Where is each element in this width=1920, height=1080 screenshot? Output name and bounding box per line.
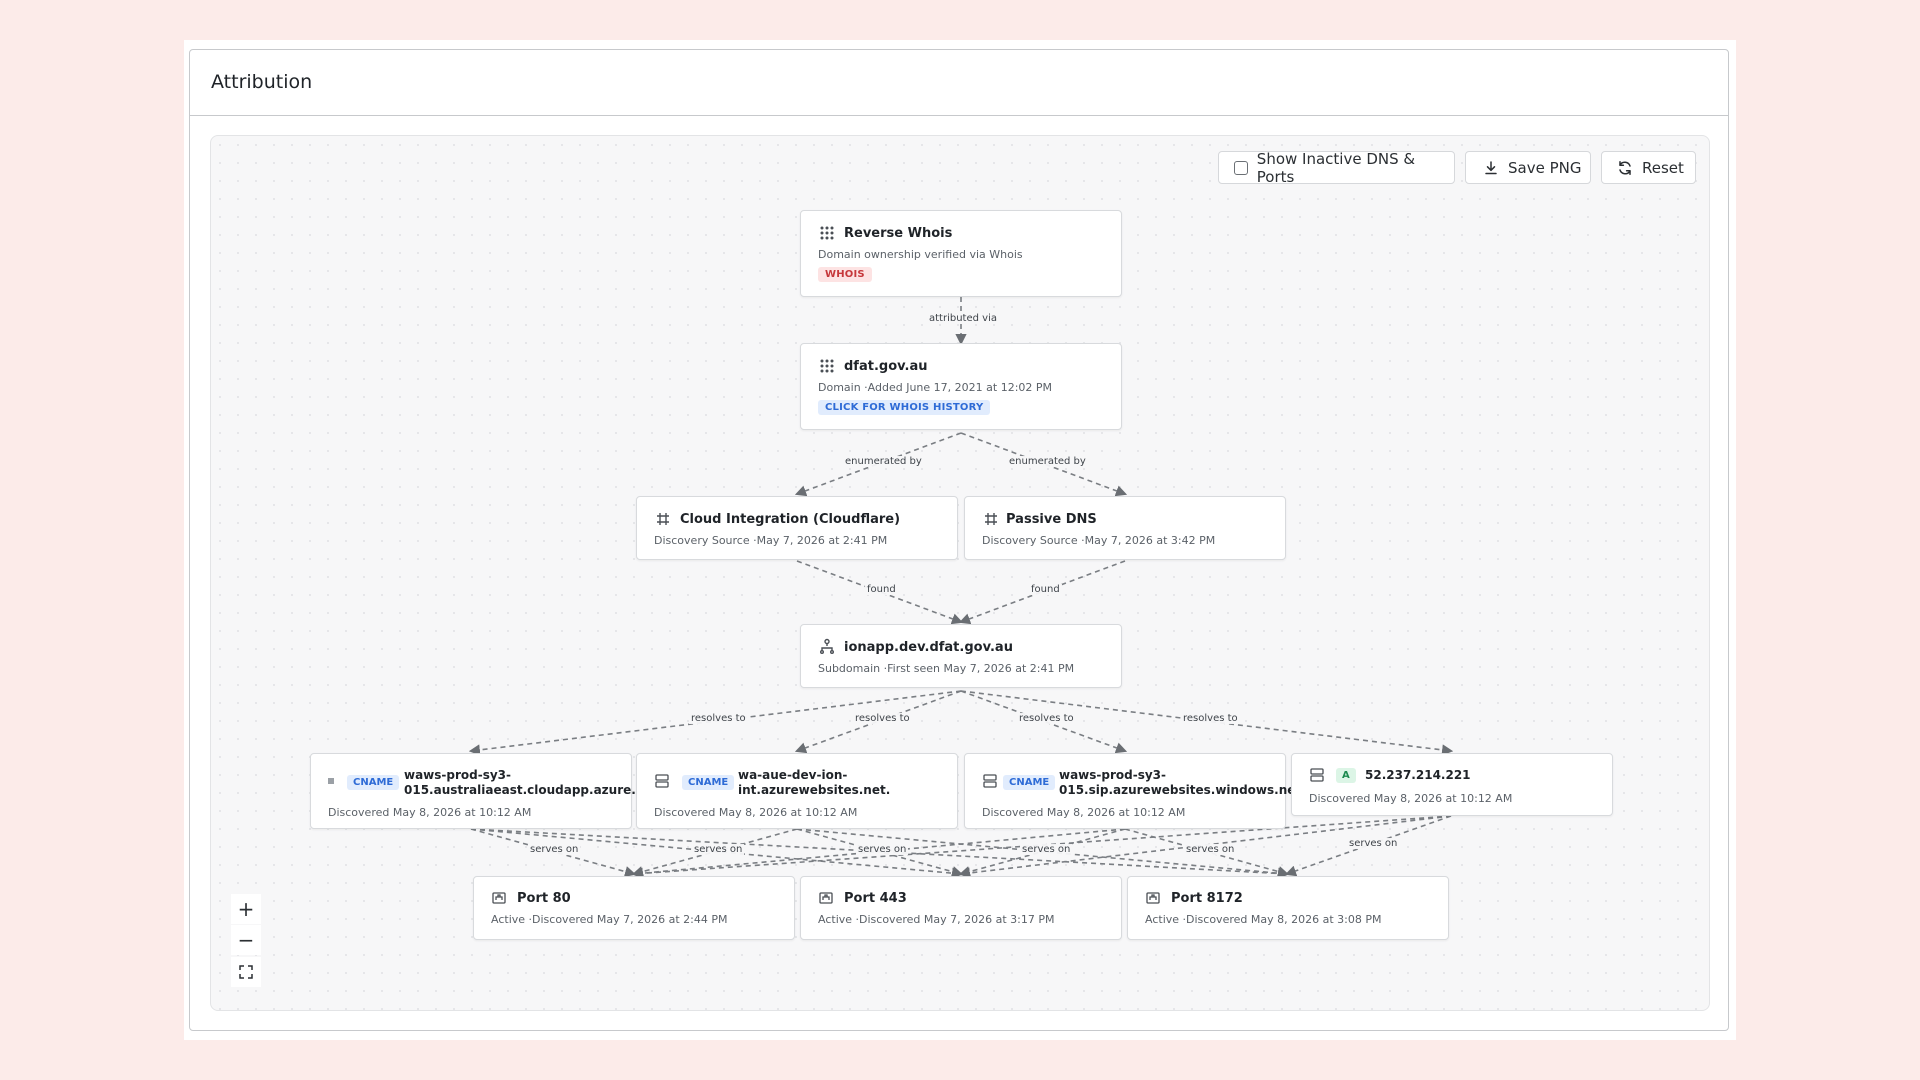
dns-record-name-line2: 015.australiaeast.cloudapp.azure.com. [404, 783, 669, 797]
integration-icon [657, 513, 669, 525]
dns-record-name-line1: waws-prod-sy3- [404, 768, 512, 782]
edge-label-found: found [865, 584, 898, 595]
node-subtitle: Discovered May 8, 2026 at 10:12 AM [654, 806, 858, 819]
record-type-badge: CNAME [1003, 775, 1056, 790]
checkbox-icon[interactable] [1234, 160, 1248, 175]
graph-canvas[interactable]: attributed via enumerated by enumerated … [210, 135, 1710, 1011]
fit-view-button[interactable] [231, 957, 261, 987]
download-icon [1485, 160, 1497, 174]
node-subtitle: Discovered May 8, 2026 at 10:12 AM [982, 806, 1186, 819]
edge-label-attributed-via: attributed via [927, 313, 999, 324]
dns-record-icon [328, 778, 334, 784]
node-dns-record[interactable]: CNAME waws-prod-sy3- 015.australiaeast.c… [310, 753, 668, 829]
reset-label: Reset [1642, 158, 1684, 177]
edge-label-serves-on: serves on [1020, 844, 1073, 855]
edge-label-serves-on: serves on [1347, 838, 1400, 849]
node-subtitle: Active ·Discovered May 8, 2026 at 3:08 P… [1145, 913, 1382, 926]
node-subtitle: Active ·Discovered May 7, 2026 at 2:44 P… [491, 913, 728, 926]
dns-record-name-line2: int.azurewebsites.net. [738, 783, 891, 797]
node-subdomain[interactable]: ionapp.dev.dfat.gov.au Subdomain ·First … [800, 624, 1122, 688]
node-subtitle: Discovered May 8, 2026 at 10:12 AM [1309, 792, 1513, 805]
dns-record-name-line1: wa-aue-dev-ion- [738, 768, 848, 782]
node-cloud-integration[interactable]: Cloud Integration (Cloudflare) Discovery… [636, 496, 958, 560]
node-reverse-whois[interactable]: Reverse Whois Domain ownership verified … [800, 210, 1122, 297]
node-subtitle: Domain ·Added June 17, 2021 at 12:02 PM [818, 381, 1053, 394]
edge-label-enumerated-by: enumerated by [1007, 456, 1088, 467]
port-icon [1146, 892, 1160, 904]
edge-label-resolves-to: resolves to [1017, 713, 1076, 724]
edge-label-enumerated-by: enumerated by [843, 456, 924, 467]
edge-label-serves-on: serves on [856, 844, 909, 855]
whois-history-link[interactable]: CLICK FOR WHOIS HISTORY [818, 400, 991, 415]
node-domain[interactable]: dfat.gov.au Domain ·Added June 17, 2021 … [800, 343, 1122, 430]
dns-record-name: 52.237.214.221 [1365, 768, 1471, 782]
card-header: Attribution [190, 50, 1728, 116]
whois-tag: WHOIS [818, 267, 872, 282]
node-title: ionapp.dev.dfat.gov.au [844, 640, 1013, 655]
edge-label-resolves-to: resolves to [1181, 713, 1240, 724]
server-icon [655, 774, 669, 788]
hierarchy-icon [820, 638, 834, 654]
node-subtitle: Domain ownership verified via Whois [818, 248, 1023, 261]
node-passive-dns[interactable]: Passive DNS Discovery Source ·May 7, 202… [964, 496, 1286, 560]
edge-label-serves-on: serves on [528, 844, 581, 855]
grid-icon [820, 359, 834, 373]
node-title: Reverse Whois [844, 226, 953, 241]
node-title: Port 8172 [1171, 891, 1243, 906]
node-port[interactable]: Port 80 Active ·Discovered May 7, 2026 a… [473, 876, 795, 940]
node-title: Passive DNS [1006, 512, 1097, 527]
port-icon [492, 892, 506, 904]
grid-icon [820, 226, 834, 240]
server-icon [983, 774, 997, 788]
edge-label-serves-on: serves on [692, 844, 745, 855]
edge-label-serves-on: serves on [1184, 844, 1237, 855]
node-port[interactable]: Port 443 Active ·Discovered May 7, 2026 … [800, 876, 1122, 940]
page-title: Attribution [211, 71, 313, 93]
node-subtitle: Subdomain ·First seen May 7, 2026 at 2:4… [818, 662, 1075, 675]
dns-record-name-line2: 015.sip.azurewebsites.windows.net. [1059, 783, 1306, 797]
node-title: Cloud Integration (Cloudflare) [680, 512, 901, 527]
edge-label-resolves-to: resolves to [853, 713, 912, 724]
record-type-badge: CNAME [682, 775, 735, 790]
port-icon [819, 892, 833, 904]
plus-icon: + [237, 897, 255, 921]
node-subtitle: Discovery Source ·May 7, 2026 at 2:41 PM [654, 534, 888, 547]
record-type-badge: CNAME [347, 775, 400, 790]
show-inactive-toggle[interactable]: Show Inactive DNS & Ports [1218, 149, 1455, 186]
edge-label-found: found [1029, 584, 1062, 595]
minus-icon: − [237, 928, 255, 952]
save-png-button[interactable]: Save PNG [1465, 151, 1591, 184]
show-inactive-label: Show Inactive DNS & Ports [1256, 149, 1416, 186]
node-dns-record[interactable]: A 52.237.214.221 Discovered May 8, 2026 … [1291, 753, 1613, 816]
node-subtitle: Active ·Discovered May 7, 2026 at 3:17 P… [818, 913, 1055, 926]
node-subtitle: Discovered May 8, 2026 at 10:12 AM [328, 806, 532, 819]
node-dns-record[interactable]: CNAME wa-aue-dev-ion- int.azurewebsites.… [636, 753, 958, 829]
record-type-badge: A [1336, 768, 1356, 783]
reset-button[interactable]: Reset [1601, 151, 1696, 184]
server-icon [1310, 768, 1324, 782]
node-title: Port 80 [517, 891, 571, 906]
node-title: dfat.gov.au [844, 359, 928, 374]
edge-label-resolves-to: resolves to [689, 713, 748, 724]
node-port[interactable]: Port 8172 Active ·Discovered May 8, 2026… [1127, 876, 1449, 940]
refresh-icon [1619, 160, 1631, 175]
fullscreen-icon [239, 965, 253, 979]
node-title: Port 443 [844, 891, 907, 906]
zoom-in-button[interactable]: + [231, 894, 261, 924]
zoom-out-button[interactable]: − [231, 925, 261, 955]
integration-icon [985, 513, 997, 525]
dns-record-name-line1: waws-prod-sy3- [1059, 768, 1167, 782]
node-subtitle: Discovery Source ·May 7, 2026 at 3:42 PM [982, 534, 1216, 547]
save-png-label: Save PNG [1508, 158, 1582, 177]
node-dns-record[interactable]: CNAME waws-prod-sy3- 015.sip.azurewebsit… [964, 753, 1306, 829]
